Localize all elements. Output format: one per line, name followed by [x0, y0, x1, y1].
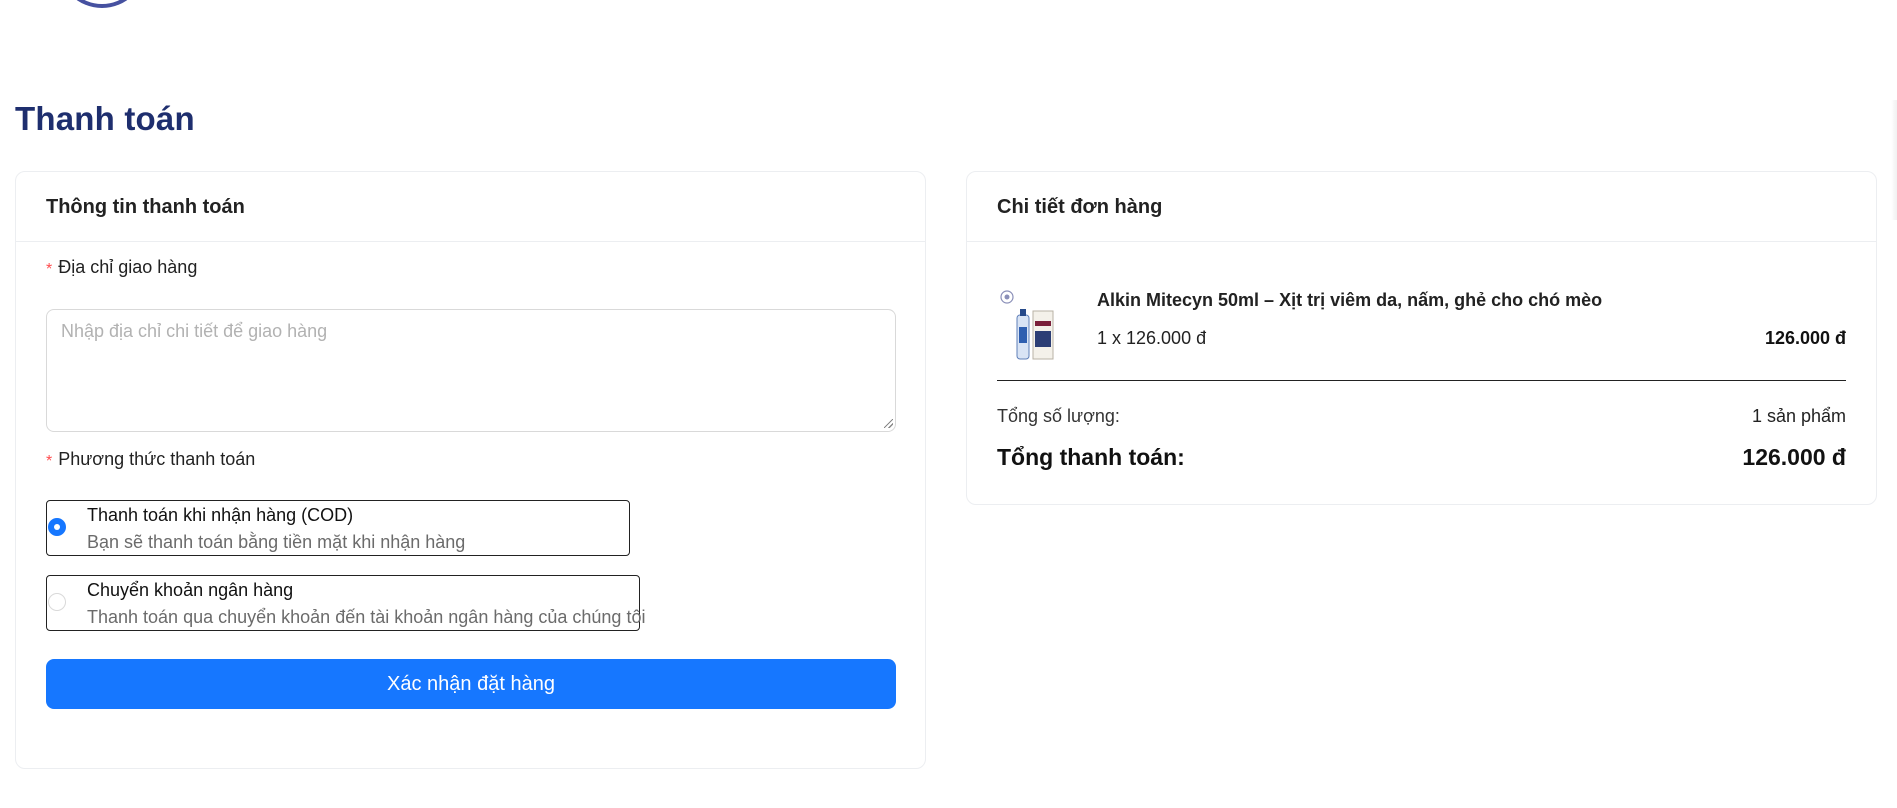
order-details-card: Chi tiết đơn hàng Alkin Mitecyn 50ml – X…: [966, 171, 1877, 505]
payment-option-description: Bạn sẽ thanh toán bằng tiền mặt khi nhận…: [87, 532, 466, 552]
payment-option-cod[interactable]: Thanh toán khi nhận hàng (COD) Bạn sẽ th…: [46, 500, 630, 556]
grand-total-value: 126.000 đ: [1742, 444, 1846, 470]
page-title: Thanh toán: [15, 100, 195, 137]
product-line-total: 126.000 đ: [1764, 328, 1846, 348]
required-mark: *: [46, 261, 53, 278]
product-name[interactable]: Alkin Mitecyn 50ml – Xịt trị viêm da, nấ…: [1097, 290, 1602, 311]
address-label-text: Địa chỉ giao hàng: [58, 257, 198, 277]
payment-option-description: Thanh toán qua chuyển khoản đến tài khoả…: [87, 607, 646, 627]
confirm-order-button[interactable]: Xác nhận đặt hàng: [46, 659, 896, 709]
payment-option-bank-transfer[interactable]: Chuyển khoản ngân hàng Thanh toán qua ch…: [46, 575, 645, 631]
billing-info-header: Thông tin thanh toán: [16, 172, 925, 242]
product-quantity: 1 x 126.000 đ: [1097, 328, 1207, 348]
total-quantity-label: Tổng số lượng:: [997, 406, 1120, 426]
site-logo[interactable]: [58, 0, 146, 8]
resize-grip-icon[interactable]: [884, 419, 893, 428]
payment-option-title: Chuyển khoản ngân hàng: [87, 580, 294, 600]
address-input[interactable]: [46, 309, 896, 432]
required-mark: *: [46, 453, 53, 470]
summary-divider: [997, 380, 1846, 381]
payment-method-label-text: Phương thức thanh toán: [58, 449, 256, 469]
order-details-header: Chi tiết đơn hàng: [967, 172, 1876, 242]
payment-option-title: Thanh toán khi nhận hàng (COD): [87, 505, 354, 525]
product-thumbnail[interactable]: [997, 289, 1059, 361]
scroll-edge-shadow: [1891, 100, 1897, 220]
payment-method-label: * Phương thức thanh toán: [46, 449, 255, 470]
radio-checked-icon[interactable]: [48, 518, 66, 536]
radio-unchecked-icon[interactable]: [48, 593, 66, 611]
address-label: * Địa chỉ giao hàng: [46, 257, 197, 278]
total-quantity-value: 1 sản phẩm: [1751, 406, 1846, 426]
billing-info-card: Thông tin thanh toán * Địa chỉ giao hàng …: [15, 171, 926, 769]
grand-total-label: Tổng thanh toán:: [997, 444, 1185, 470]
